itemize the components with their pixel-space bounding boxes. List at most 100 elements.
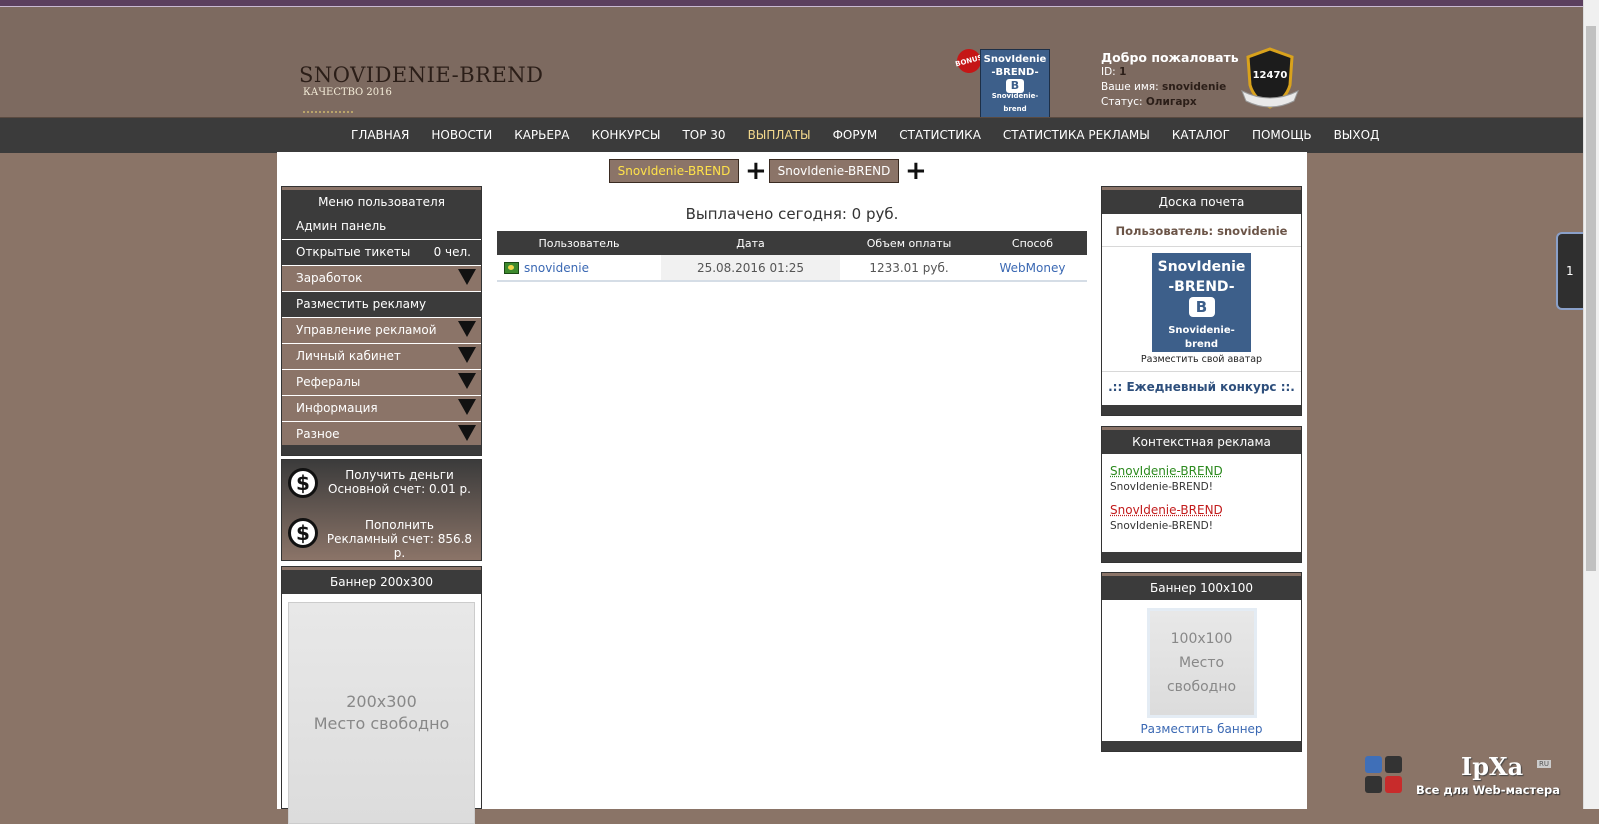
cell-date: 25.08.2016 01:25	[661, 255, 840, 282]
expand-arrow-icon	[458, 373, 476, 389]
place-banner-link[interactable]: Разместить баннер	[1102, 722, 1301, 736]
main-account-balance: Основной счет: 0.01 р.	[328, 482, 471, 496]
paid-today-title: Выплачено сегодня: 0 руб.	[685, 205, 899, 223]
nav-payouts[interactable]: ВЫПЛАТЫ	[737, 118, 822, 153]
honor-board-title: Доска почета	[1102, 187, 1301, 214]
avatar-footer: Snovidenie-brend	[991, 92, 1039, 113]
nav-ad-statistics[interactable]: СТАТИСТИКА РЕКЛАМЫ	[992, 118, 1161, 153]
user-link[interactable]: snovidenie	[524, 261, 589, 275]
top-accent-line	[0, 0, 1599, 7]
context-ads-title: Контекстная реклама	[1102, 427, 1301, 454]
country-flag-icon	[504, 262, 519, 274]
expand-arrow-icon	[458, 269, 476, 285]
box-footer	[1102, 405, 1301, 415]
menu-place-ad[interactable]: Разместить рекламу	[282, 292, 481, 318]
avatar-line1: SnovIdenie	[983, 54, 1047, 65]
nav-top30[interactable]: TOP 30	[671, 118, 736, 153]
context-ad: SnovIdenie-BREND SnovIdenie-BREND!	[1102, 503, 1301, 532]
menu-information[interactable]: Информация	[282, 396, 481, 422]
logo-square-icon	[1385, 756, 1402, 773]
nav-career[interactable]: КАРЬЕРА	[503, 118, 580, 153]
menu-earnings[interactable]: Заработок	[282, 266, 481, 292]
honor-user: Пользователь: snovidenie	[1102, 214, 1301, 247]
logo-square-icon	[1365, 756, 1382, 773]
user-name-line: Ваше имя: snovidenie	[1101, 81, 1227, 93]
banner-200x300-box: Баннер 200x300 200x300 Место свободно	[281, 566, 482, 824]
banner-100x100-placeholder[interactable]: 100x100 Место свободно	[1146, 608, 1257, 718]
expand-arrow-icon	[458, 321, 476, 337]
menu-open-tickets[interactable]: Открытые тикеты 0 чел.	[282, 240, 481, 266]
user-status-line: Статус: Олигарх	[1101, 96, 1197, 108]
method-link[interactable]: WebMoney	[1000, 261, 1066, 275]
col-user: Пользователь	[497, 231, 661, 255]
scrollbar-thumb[interactable]	[1586, 26, 1596, 571]
menu-admin-panel[interactable]: Админ панель	[282, 214, 481, 240]
ipxa-tagline: Все для Web-мастера	[1416, 783, 1560, 797]
nav-contests[interactable]: КОНКУРСЫ	[580, 118, 671, 153]
expand-arrow-icon	[458, 347, 476, 363]
promo-tab-right[interactable]: SnovIdenie-BREND	[769, 159, 899, 183]
banner-100x100-title: Баннер 100x100	[1102, 573, 1301, 600]
withdraw-button[interactable]: $ Получить деньги Основной счет: 0.01 р.	[282, 460, 481, 510]
daily-contest-link[interactable]: .:: Ежедневный конкурс ::.	[1102, 372, 1301, 394]
context-ad-title[interactable]: SnovIdenie-BREND	[1110, 503, 1301, 517]
site-logo-title[interactable]: SNOVIDENIE-BREND	[299, 63, 544, 87]
nav-statistics[interactable]: СТАТИСТИКА	[888, 118, 992, 153]
banner-200x300-placeholder[interactable]: 200x300 Место свободно	[288, 602, 475, 824]
menu-manage-ads[interactable]: Управление рекламой	[282, 318, 481, 344]
site-logo-subtitle: КАЧЕСТВО 2016	[303, 87, 392, 98]
context-ad-desc: SnovIdenie-BREND!	[1110, 520, 1213, 532]
table-row: snovidenie 25.08.2016 01:25 1233.01 руб.…	[497, 255, 1087, 282]
place-avatar-link[interactable]: Разместить свой аватар	[1102, 352, 1301, 372]
cell-user: snovidenie	[497, 255, 661, 282]
logo-square-icon	[1385, 776, 1402, 793]
box-footer	[282, 445, 481, 455]
expand-arrow-icon	[458, 425, 476, 441]
dollar-icon: $	[288, 468, 318, 498]
box-footer	[1102, 552, 1301, 562]
payouts-table: Пользователь Дата Объем оплаты Способ sn…	[497, 231, 1087, 282]
box-footer	[1102, 741, 1301, 751]
plus-icon[interactable]: +	[745, 158, 767, 184]
honor-avatar[interactable]: SnovIdenie -BREND- B Snovidenie-brend	[1152, 253, 1251, 352]
rank-shield-icon: 12470	[1240, 47, 1300, 111]
menu-personal-cabinet[interactable]: Личный кабинет	[282, 344, 481, 370]
rank-number: 12470	[1252, 70, 1288, 81]
context-ad-title[interactable]: SnovIdenie-BREND	[1110, 464, 1301, 478]
col-method: Способ	[978, 231, 1087, 255]
nav-forum[interactable]: ФОРУМ	[822, 118, 889, 153]
cell-amount: 1233.01 руб.	[840, 255, 978, 282]
nav-help[interactable]: ПОМОЩЬ	[1241, 118, 1323, 153]
money-panel: $ Получить деньги Основной счет: 0.01 р. …	[281, 459, 482, 561]
ipxa-watermark: IpXa RU Все для Web-мастера	[1361, 752, 1561, 802]
header-avatar[interactable]: SnovIdenie -BREND- B Snovidenie-brend	[980, 49, 1050, 119]
banner-200x300-title: Баннер 200x300	[282, 567, 481, 594]
col-date: Дата	[661, 231, 840, 255]
promo-tabs: SnovIdenie-BREND + SnovIdenie-BREND +	[609, 158, 927, 184]
promo-tab-left[interactable]: SnovIdenie-BREND	[609, 159, 739, 183]
nav-home[interactable]: ГЛАВНАЯ	[340, 118, 420, 153]
plus-icon[interactable]: +	[905, 158, 927, 184]
ad-account-balance: Рекламный счет: 856.8 р.	[326, 532, 473, 560]
user-menu-title: Меню пользователя	[282, 187, 481, 214]
nav-logout[interactable]: ВЫХОД	[1323, 118, 1391, 153]
nav-news[interactable]: НОВОСТИ	[420, 118, 503, 153]
side-tab[interactable]: 1	[1556, 232, 1585, 310]
welcome-text: Добро пожаловать	[1101, 50, 1239, 65]
col-amount: Объем оплаты	[840, 231, 978, 255]
honor-board: Доска почета Пользователь: snovidenie Sn…	[1101, 186, 1302, 416]
cell-method: WebMoney	[978, 255, 1087, 282]
top-up-button[interactable]: $ Пополнить Рекламный счет: 856.8 р.	[282, 510, 481, 560]
nav-catalog[interactable]: КАТАЛОГ	[1161, 118, 1241, 153]
table-header-row: Пользователь Дата Объем оплаты Способ	[497, 231, 1087, 255]
ipxa-ru: RU	[1537, 760, 1551, 768]
context-ad: SnovIdenie-BREND SnovIdenie-BREND!	[1102, 464, 1301, 493]
logo-decoration	[303, 111, 353, 116]
site-header: SNOVIDENIE-BREND КАЧЕСТВО 2016 BONUS Sno…	[0, 7, 1583, 119]
avatar-line2: -BREND-	[991, 67, 1039, 78]
ipxa-brand: IpXa	[1461, 752, 1524, 781]
expand-arrow-icon	[458, 399, 476, 415]
welcome-panel: Добро пожаловать ID: 1 Ваше имя: snovide…	[1101, 50, 1239, 110]
menu-referrals[interactable]: Рефералы	[282, 370, 481, 396]
tickets-count: 0 чел.	[433, 245, 471, 259]
